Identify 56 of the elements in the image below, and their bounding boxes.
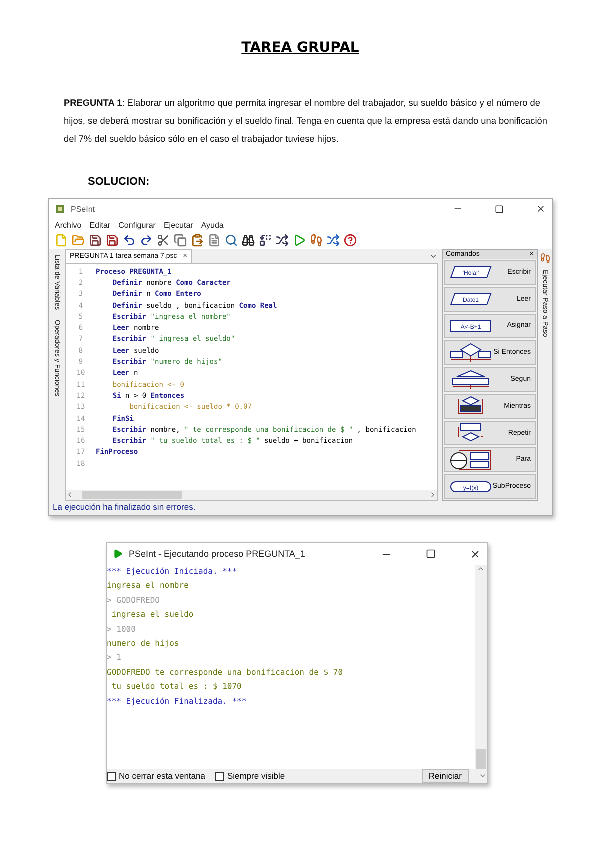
scrollbar-thumb[interactable] — [82, 491, 182, 499]
menu-item[interactable]: Ayuda — [201, 221, 224, 230]
save-icon[interactable] — [106, 234, 119, 247]
status-message: La ejecución ha finalizado sin errores. — [52, 501, 197, 514]
copy-icon[interactable] — [174, 234, 187, 247]
scroll-right-icon[interactable] — [429, 491, 437, 499]
redo-icon[interactable] — [140, 234, 153, 247]
search-icon[interactable] — [225, 234, 238, 247]
restart-button[interactable]: Reiniciar — [422, 769, 469, 783]
undo-icon[interactable] — [123, 234, 136, 247]
shuffle-icon[interactable] — [276, 234, 289, 247]
console-line: *** Ejecución Finalizada. *** — [107, 696, 248, 708]
solution-heading: SOLUCION: — [88, 176, 151, 188]
console-line: numero de hijos — [107, 638, 180, 650]
document-title: TAREA GRUPAL — [242, 40, 360, 56]
paste-icon[interactable] — [191, 234, 204, 247]
close-icon[interactable] — [470, 548, 481, 560]
question-text: PREGUNTA 1: Elaborar un algoritmo que permita ingresar el nombre del trabajador, su sueldo básico y el número de hijos, se deberá mostrar su bonificación y el sueldo final. Tenga en cuenta que la empresa está dando una bonificación del 7% del sueldo básico sólo en el caso el trabajador tuviese hijos. — [64, 97, 549, 146]
scroll-up-icon[interactable] — [477, 565, 485, 573]
binoculars-icon[interactable] — [242, 234, 255, 247]
console-line: tu sueldo total es : $ 1070 — [110, 682, 243, 694]
console-line: > GODOFREDO — [107, 596, 161, 607]
window-title: PSeInt — [71, 204, 96, 214]
maximize-icon[interactable] — [426, 549, 436, 559]
for-loop-symbol-icon — [449, 448, 493, 471]
replace-icon[interactable] — [259, 234, 272, 247]
flowchart-icon[interactable] — [327, 234, 340, 247]
menu-item[interactable]: Configurar — [118, 221, 156, 230]
console-line: > 1000 — [107, 624, 137, 636]
console-line: ingresa el sueldo — [110, 610, 195, 622]
checkbox-option[interactable]: Siempre visible — [215, 771, 286, 781]
scissors-icon[interactable] — [157, 234, 170, 247]
app-icon — [55, 204, 65, 214]
decision-symbol-icon — [449, 342, 492, 363]
scrollbar-thumb[interactable] — [476, 749, 486, 769]
menu-item[interactable]: Archivo — [55, 221, 82, 230]
save-icon[interactable] — [89, 234, 102, 247]
folder-icon[interactable] — [72, 234, 85, 247]
console-line: > 1 — [107, 653, 122, 664]
document-icon[interactable] — [208, 234, 221, 247]
window-title: PSeInt - Ejecutando proceso PREGUNTA_1 — [129, 549, 306, 559]
scroll-left-icon[interactable] — [66, 491, 74, 499]
footprints-icon[interactable] — [310, 234, 323, 247]
close-icon[interactable] — [536, 204, 546, 214]
maximize-icon[interactable] — [495, 204, 504, 214]
menu-item[interactable]: Ejecutar — [164, 221, 194, 230]
menu-item[interactable]: Editar — [90, 221, 111, 230]
help-icon[interactable] — [344, 234, 357, 247]
console-line: *** Ejecución Iniciada. *** — [107, 567, 238, 578]
console-line: GODOFREDO te corresponde una bonificacion de $ 70 — [107, 668, 344, 679]
play-icon — [113, 549, 123, 559]
console-line: ingresa el nombre — [107, 581, 190, 592]
scroll-down-icon[interactable] — [479, 772, 487, 780]
checkbox-option[interactable]: No cerrar esta ventana — [107, 771, 206, 781]
footprints-icon[interactable] — [540, 253, 550, 264]
play-icon[interactable] — [293, 234, 306, 247]
